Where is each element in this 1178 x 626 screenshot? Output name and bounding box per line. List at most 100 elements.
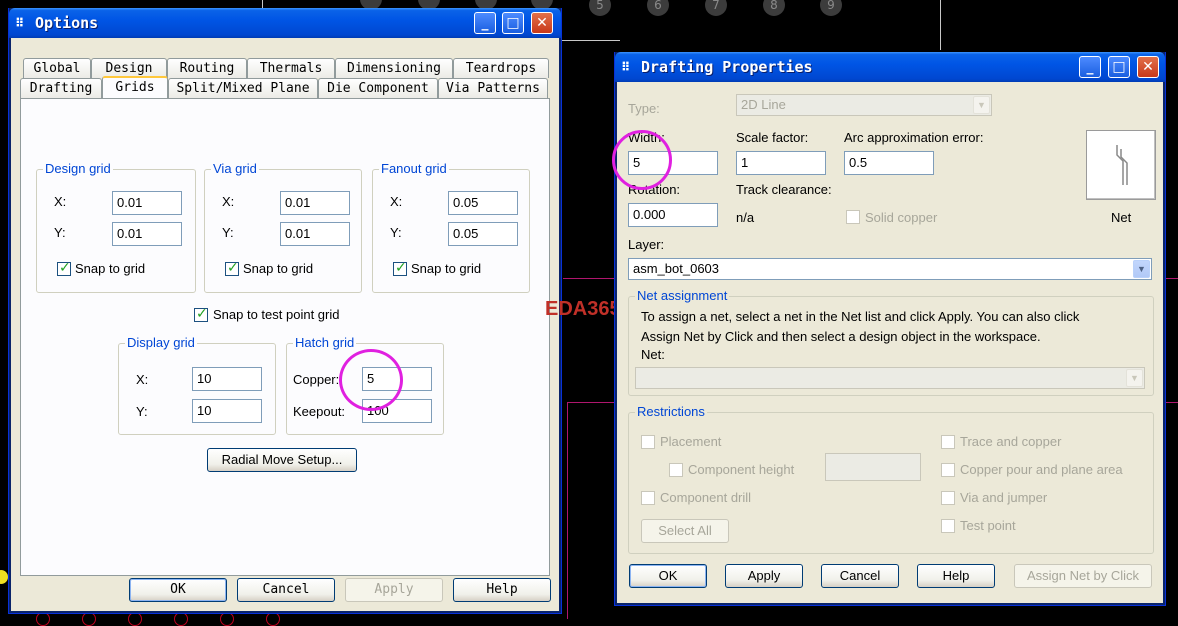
placement-checkbox[interactable] <box>641 435 655 449</box>
via-jumper-label: Via and jumper <box>960 490 1048 505</box>
net-select[interactable]: ▼ <box>635 367 1145 389</box>
fanout-grid-x-input[interactable]: 0.05 <box>448 191 518 215</box>
display-grid-x-input[interactable]: 10 <box>192 367 262 391</box>
maximize-icon: □ <box>506 15 520 31</box>
copper-trace <box>1166 402 1178 403</box>
apply-button[interactable]: Apply <box>725 564 803 588</box>
placement-label: Placement <box>660 434 722 449</box>
design-snap-label[interactable]: Snap to grid <box>75 261 145 276</box>
trace-copper-checkbox[interactable] <box>941 435 955 449</box>
help-button[interactable]: Help <box>453 578 551 602</box>
design-grid-x-label: X: <box>54 194 67 209</box>
close-button[interactable]: ✕ <box>531 12 553 34</box>
hatch-keepout-label: Keepout: <box>293 404 346 419</box>
minimize-button[interactable]: _ <box>1079 56 1101 78</box>
fanout-grid-group: Fanout grid X: 0.05 Y: 0.05 ✓ Snap to gr… <box>372 161 530 293</box>
ok-button[interactable]: OK <box>629 564 707 588</box>
tab-thermals[interactable]: Thermals <box>247 58 335 78</box>
copper-pour-checkbox[interactable] <box>941 463 955 477</box>
tab-die-component[interactable]: Die Component <box>318 78 438 98</box>
board-outline-line <box>940 0 941 50</box>
restrictions-group: Restrictions Placement Component height … <box>628 404 1154 554</box>
ok-button[interactable]: OK <box>129 578 227 602</box>
test-point-checkbox[interactable] <box>941 519 955 533</box>
help-button[interactable]: Help <box>917 564 995 588</box>
drafting-properties-dialog: ⠿ Drafting Properties _ □ ✕ Type: 2D Lin… <box>612 52 1166 606</box>
net-assignment-group: Net assignment To assign a net, select a… <box>628 288 1154 396</box>
cursor-indicator <box>0 570 8 584</box>
copper-trace <box>563 278 619 279</box>
drafting-body: Type: 2D Line ▼ Width: 5 Scale factor: 1… <box>612 82 1162 602</box>
snap-test-point-checkbox[interactable]: ✓ <box>194 306 208 322</box>
cancel-button[interactable]: Cancel <box>237 578 335 602</box>
net-type-icon-button[interactable] <box>1086 130 1156 200</box>
maximize-button[interactable]: □ <box>502 12 524 34</box>
component-drill-checkbox[interactable] <box>641 491 655 505</box>
restrictions-label: Restrictions <box>635 404 707 419</box>
chevron-down-icon: ▼ <box>1133 260 1150 278</box>
minimize-icon: _ <box>481 15 489 31</box>
via-grid-label: Via grid <box>211 161 259 176</box>
minimize-icon: _ <box>1086 59 1094 75</box>
trace-copper-label: Trace and copper <box>960 434 1062 449</box>
net-caption: Net <box>1111 210 1132 225</box>
minimize-button[interactable]: _ <box>474 12 496 34</box>
close-icon: ✕ <box>1142 59 1154 75</box>
options-titlebar[interactable]: ⠿ Options _ □ ✕ <box>9 8 561 38</box>
fanout-grid-y-input[interactable]: 0.05 <box>448 222 518 246</box>
check-mark-icon: ✓ <box>196 306 208 322</box>
radial-move-setup-button[interactable]: Radial Move Setup... <box>207 448 357 472</box>
copper-trace <box>567 402 568 619</box>
via-snap-checkbox[interactable]: ✓ <box>225 260 239 276</box>
component-height-checkbox[interactable] <box>669 463 683 477</box>
scale-factor-input[interactable]: 1 <box>736 151 826 175</box>
fanout-snap-label[interactable]: Snap to grid <box>411 261 481 276</box>
tab-grids[interactable]: Grids <box>102 76 168 98</box>
component-height-input[interactable] <box>825 453 921 481</box>
layer-select[interactable]: asm_bot_0603 ▼ <box>628 258 1152 280</box>
cancel-button[interactable]: Cancel <box>821 564 899 588</box>
tab-via-patterns[interactable]: Via Patterns <box>438 78 548 98</box>
tab-design[interactable]: Design <box>91 58 167 78</box>
tab-split-mixed-plane[interactable]: Split/Mixed Plane <box>168 78 318 98</box>
drafting-titlebar[interactable]: ⠿ Drafting Properties _ □ ✕ <box>615 52 1165 82</box>
via-snap-label[interactable]: Snap to grid <box>243 261 313 276</box>
design-grid-y-input[interactable]: 0.01 <box>112 222 182 246</box>
via-jumper-checkbox[interactable] <box>941 491 955 505</box>
track-clearance-label: Track clearance: <box>736 182 832 197</box>
via-marker <box>174 612 188 626</box>
close-button[interactable]: ✕ <box>1137 56 1159 78</box>
options-dialog: ⠿ Options _ □ ✕ Global Design Routing Th… <box>8 8 562 614</box>
snap-test-point-label[interactable]: Snap to test point grid <box>213 307 339 322</box>
tab-global[interactable]: Global <box>23 58 91 78</box>
apply-button[interactable]: Apply <box>345 578 443 602</box>
design-snap-checkbox[interactable]: ✓ <box>57 260 71 276</box>
design-grid-x-input[interactable]: 0.01 <box>112 191 182 215</box>
net-assignment-help-line2: Assign Net by Click and then select a de… <box>641 329 1041 344</box>
assign-net-by-click-button[interactable]: Assign Net by Click <box>1014 564 1152 588</box>
tab-drafting[interactable]: Drafting <box>20 78 102 98</box>
rotation-input[interactable]: 0.000 <box>628 203 718 227</box>
type-label: Type: <box>628 101 660 116</box>
solid-copper-checkbox[interactable] <box>846 210 860 224</box>
maximize-button[interactable]: □ <box>1108 56 1130 78</box>
check-mark-icon: ✓ <box>59 260 71 276</box>
arc-approx-input[interactable]: 0.5 <box>844 151 934 175</box>
copper-pour-label: Copper pour and plane area <box>960 462 1123 477</box>
select-all-button[interactable]: Select All <box>641 519 729 543</box>
via-grid-y-input[interactable]: 0.01 <box>280 222 350 246</box>
type-select[interactable]: 2D Line ▼ <box>736 94 992 116</box>
display-grid-y-input[interactable]: 10 <box>192 399 262 423</box>
via-grid-x-input[interactable]: 0.01 <box>280 191 350 215</box>
layer-value: asm_bot_0603 <box>633 261 720 276</box>
fanout-grid-x-label: X: <box>390 194 403 209</box>
highlight-circle <box>612 130 672 190</box>
tab-routing[interactable]: Routing <box>167 58 247 78</box>
fanout-snap-checkbox[interactable]: ✓ <box>393 260 407 276</box>
maximize-icon: □ <box>1112 59 1126 75</box>
display-grid-y-label: Y: <box>136 404 148 419</box>
copper-trace <box>1166 278 1178 279</box>
component-drill-label: Component drill <box>660 490 752 505</box>
tab-teardrops[interactable]: Teardrops <box>453 58 549 78</box>
tab-dimensioning[interactable]: Dimensioning <box>335 58 453 78</box>
